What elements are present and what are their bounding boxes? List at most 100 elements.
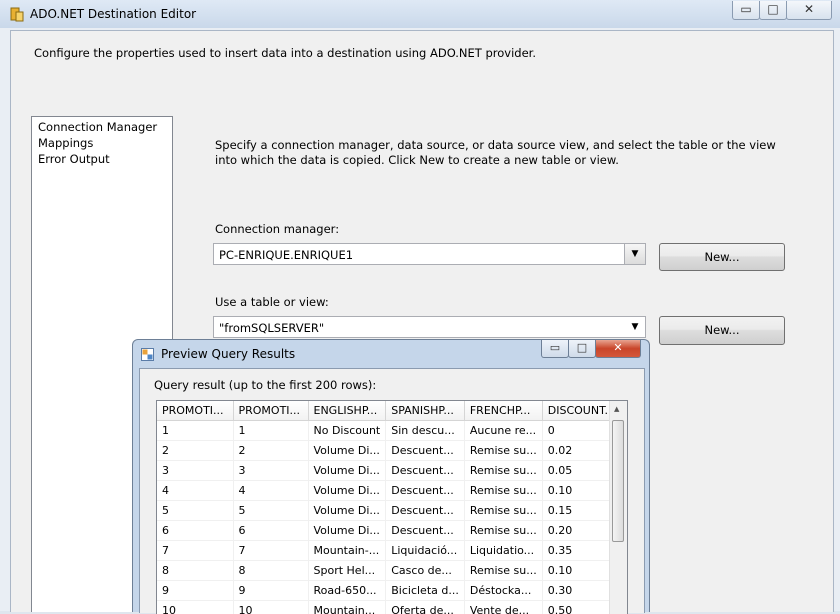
table-cell: 1 <box>157 421 233 441</box>
table-cell: Descuent... <box>386 441 465 461</box>
scrollbar-thumb[interactable] <box>612 420 624 542</box>
vertical-scrollbar[interactable]: ▲ <box>609 401 627 614</box>
table-cell: 10 <box>157 601 233 614</box>
new-table-button[interactable]: New... <box>659 316 785 345</box>
table-cell: Sport Hel... <box>308 561 386 581</box>
column-header[interactable]: SPANISHP... <box>386 401 465 421</box>
results-table: PROMOTI... PROMOTI... ENGLISHP... SPANIS… <box>157 401 621 614</box>
table-cell: 3 <box>157 461 233 481</box>
table-cell: Volume Di... <box>308 441 386 461</box>
window-title: ADO.NET Destination Editor <box>30 7 196 21</box>
column-header[interactable]: ENGLISHP... <box>308 401 386 421</box>
table-cell: Liquidatio... <box>464 541 542 561</box>
grid-icon <box>141 348 154 361</box>
preview-client-area: Query result (up to the first 200 rows):… <box>139 368 645 613</box>
column-header[interactable]: PROMOTI... <box>157 401 233 421</box>
scroll-up-icon[interactable]: ▲ <box>614 405 619 413</box>
table-cell: Sin descu... <box>386 421 465 441</box>
table-row[interactable]: 99Road-650...Bicicleta d...Déstocka...0.… <box>157 581 620 601</box>
table-row[interactable]: 55Volume Di...Descuent...Remise su...0.1… <box>157 501 620 521</box>
table-cell: 4 <box>157 481 233 501</box>
table-row[interactable]: 77Mountain-...Liquidació...Liquidatio...… <box>157 541 620 561</box>
table-row[interactable]: 33Volume Di...Descuent...Remise su...0.0… <box>157 461 620 481</box>
preview-maximize-button[interactable]: □ <box>568 340 596 358</box>
table-row[interactable]: 22Volume Di...Descuent...Remise su...0.0… <box>157 441 620 461</box>
table-view-value: "fromSQLSERVER" <box>219 321 324 335</box>
table-row[interactable]: 66Volume Di...Descuent...Remise su...0.2… <box>157 521 620 541</box>
preview-window-title: Preview Query Results <box>161 347 295 361</box>
table-cell: Oferta de... <box>386 601 465 614</box>
table-cell: 7 <box>233 541 308 561</box>
table-cell: No Discount <box>308 421 386 441</box>
table-cell: Descuent... <box>386 521 465 541</box>
nav-item-mappings[interactable]: Mappings <box>38 136 93 150</box>
table-cell: Descuent... <box>386 461 465 481</box>
table-cell: Remise su... <box>464 561 542 581</box>
connection-manager-label: Connection manager: <box>215 222 339 236</box>
table-cell: Mountain-... <box>308 541 386 561</box>
new-connection-button[interactable]: New... <box>659 243 785 271</box>
editor-description: Configure the properties used to insert … <box>34 46 536 60</box>
table-cell: Bicicleta d... <box>386 581 465 601</box>
maximize-icon: □ <box>767 2 778 16</box>
table-cell: 5 <box>233 501 308 521</box>
table-cell: 5 <box>157 501 233 521</box>
column-header[interactable]: FRENCHP... <box>464 401 542 421</box>
table-cell: Remise su... <box>464 501 542 521</box>
nav-item-error-output[interactable]: Error Output <box>38 152 110 166</box>
table-cell: Vente de... <box>464 601 542 614</box>
table-row[interactable]: 1010Mountain...Oferta de...Vente de...0.… <box>157 601 620 614</box>
table-cell: 6 <box>157 521 233 541</box>
column-header[interactable]: PROMOTI... <box>233 401 308 421</box>
table-cell: Aucune re... <box>464 421 542 441</box>
table-cell: 9 <box>157 581 233 601</box>
table-cell: 9 <box>233 581 308 601</box>
minimize-button[interactable]: ▭ <box>732 1 760 20</box>
minimize-icon: ▭ <box>550 341 560 354</box>
close-icon: ✕ <box>613 341 622 354</box>
table-cell: Descuent... <box>386 481 465 501</box>
table-cell: Liquidació... <box>386 541 465 561</box>
table-cell: 3 <box>233 461 308 481</box>
table-row[interactable]: 44Volume Di...Descuent...Remise su...0.1… <box>157 481 620 501</box>
maximize-button[interactable]: □ <box>759 1 787 20</box>
query-result-label: Query result (up to the first 200 rows): <box>154 378 376 392</box>
connection-manager-dropdown[interactable]: PC-ENRIQUE.ENRIQUE1 ▼ <box>213 243 646 265</box>
table-cell: Volume Di... <box>308 521 386 541</box>
close-icon: ✕ <box>804 2 814 16</box>
table-cell: 4 <box>233 481 308 501</box>
preview-close-button[interactable]: ✕ <box>595 340 641 358</box>
query-results-grid[interactable]: PROMOTI... PROMOTI... ENGLISHP... SPANIS… <box>156 400 628 614</box>
preview-minimize-button[interactable]: ▭ <box>541 340 569 358</box>
table-view-dropdown[interactable]: "fromSQLSERVER" ▼ <box>213 316 646 338</box>
main-titlebar[interactable]: ADO.NET Destination Editor ▭ □ ✕ <box>0 0 840 28</box>
table-cell: Remise su... <box>464 461 542 481</box>
connection-manager-value: PC-ENRIQUE.ENRIQUE1 <box>219 248 353 262</box>
table-cell: 6 <box>233 521 308 541</box>
table-cell: Mountain... <box>308 601 386 614</box>
nav-item-connection-manager[interactable]: Connection Manager <box>38 120 157 134</box>
table-cell: Remise su... <box>464 481 542 501</box>
preview-query-results-window: Preview Query Results ▭ □ ✕ Query result… <box>132 339 650 612</box>
instructions-text: Specify a connection manager, data sourc… <box>215 138 795 168</box>
table-body: 11No DiscountSin descu...Aucune re...022… <box>157 421 620 614</box>
table-row[interactable]: 88Sport Hel...Casco de...Remise su...0.1… <box>157 561 620 581</box>
table-cell: Volume Di... <box>308 481 386 501</box>
table-cell: 8 <box>157 561 233 581</box>
table-cell: Remise su... <box>464 521 542 541</box>
table-cell: 7 <box>157 541 233 561</box>
table-cell: 8 <box>233 561 308 581</box>
table-cell: Casco de... <box>386 561 465 581</box>
table-cell: 1 <box>233 421 308 441</box>
chevron-down-icon[interactable]: ▼ <box>625 317 645 337</box>
close-button[interactable]: ✕ <box>786 1 832 20</box>
table-cell: Volume Di... <box>308 461 386 481</box>
table-cell: Road-650... <box>308 581 386 601</box>
ssis-app-icon <box>10 6 24 22</box>
table-view-label: Use a table or view: <box>215 295 329 309</box>
table-row[interactable]: 11No DiscountSin descu...Aucune re...0 <box>157 421 620 441</box>
table-header-row: PROMOTI... PROMOTI... ENGLISHP... SPANIS… <box>157 401 620 421</box>
table-cell: Déstocka... <box>464 581 542 601</box>
chevron-down-icon[interactable]: ▼ <box>624 244 645 264</box>
table-cell: 2 <box>157 441 233 461</box>
